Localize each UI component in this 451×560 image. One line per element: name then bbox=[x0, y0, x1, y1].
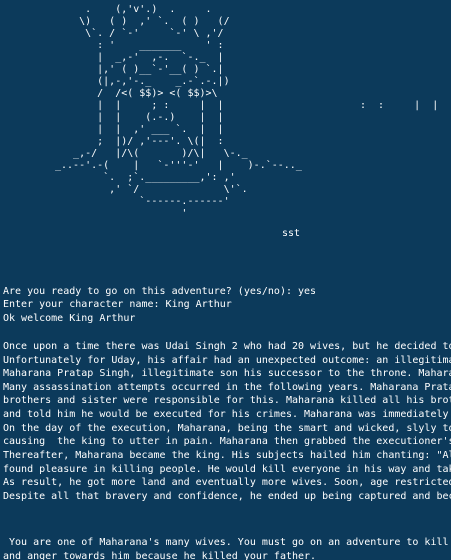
story-line: found pleasure in killing people. He wou… bbox=[3, 464, 451, 475]
story-line: and told him he would be executed for hi… bbox=[3, 409, 451, 420]
ascii-art-figure: . (,'v'.) . . \) ( ) ,' `. ( ) (/ \`. / … bbox=[55, 4, 302, 219]
name-prompt: Enter your character name: King Arthur bbox=[3, 299, 232, 310]
story-line: Thereafter, Maharana became the king. Hi… bbox=[3, 450, 451, 461]
story-line: brothers and sister were responsible for… bbox=[3, 395, 451, 406]
story-line: Many assassination attempts occurred in … bbox=[3, 382, 451, 393]
welcome-line: Ok welcome King Arthur bbox=[3, 313, 136, 324]
ascii-art-label: sst bbox=[282, 228, 301, 239]
story-line: As result, he got more land and eventual… bbox=[3, 477, 451, 488]
story-line: causing the king to utter in pain. Mahar… bbox=[3, 436, 451, 447]
adventure-prompt: Are you ready to go on this adventure? (… bbox=[3, 286, 317, 297]
ascii-art-side-mark: : : | | bbox=[360, 100, 439, 111]
story-line: Despite all that bravery and confidence,… bbox=[3, 491, 451, 502]
mission-line: and anger towards him because he killed … bbox=[3, 551, 317, 560]
mission-line: You are one of Maharana's many wives. Yo… bbox=[3, 537, 451, 548]
story-line: Maharana Pratap Singh, illegitimate son … bbox=[3, 368, 451, 379]
story-line: Once upon a time there was Udai Singh 2 … bbox=[3, 341, 451, 352]
story-line: On the day of the execution, Maharana, b… bbox=[3, 423, 451, 434]
story-line: Unfortunately for Uday, his affair had a… bbox=[3, 355, 451, 366]
terminal-window[interactable]: . (,'v'.) . . \) ( ) ,' `. ( ) (/ \`. / … bbox=[0, 0, 451, 560]
